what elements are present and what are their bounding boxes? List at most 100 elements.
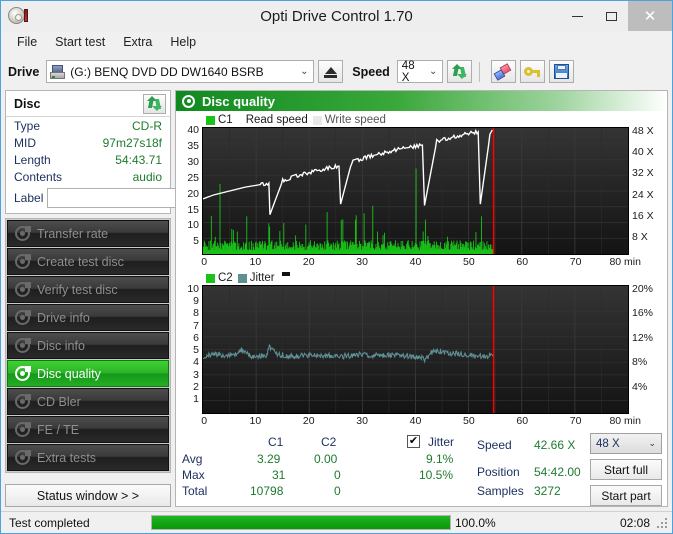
stats-c2-max: 0	[334, 468, 341, 482]
app-window: Opti Drive Control 1.70 ✕ File Start tes…	[0, 0, 673, 534]
y-tick: 1	[193, 393, 199, 406]
menu-extra[interactable]: Extra	[115, 33, 160, 51]
maximize-button[interactable]	[594, 1, 628, 31]
sidebar-item-transfer-rate[interactable]: Transfer rate	[7, 220, 169, 247]
disc-test-icon	[15, 366, 31, 381]
sidebar-item-disc-quality[interactable]: Disc quality	[7, 360, 169, 387]
y-tick: 4	[193, 356, 199, 369]
sidebar-item-verify-test-disc[interactable]: Verify test disc	[7, 276, 169, 303]
eject-icon	[324, 67, 337, 74]
disc-type-value: CD-R	[132, 118, 162, 133]
disc-length-value: 54:43.71	[115, 152, 162, 167]
sidebar-item-label: Disc info	[37, 338, 85, 353]
y-tick: 7	[193, 319, 199, 332]
disc-test-icon	[15, 450, 31, 465]
sidebar-item-label: Disc quality	[37, 366, 101, 381]
y2-tick: 24 X	[632, 188, 654, 201]
y-tick: 3	[193, 368, 199, 381]
c1-x-axis: 0 10 20 30 40 50 60 70 80 min	[201, 255, 641, 271]
y-tick: 35	[187, 140, 199, 153]
erase-button[interactable]	[490, 60, 516, 83]
key-button[interactable]	[519, 60, 545, 83]
minimize-button[interactable]	[560, 1, 594, 31]
sidebar-item-create-test-disc[interactable]: Create test disc	[7, 248, 169, 275]
chevron-down-icon: ⌄	[428, 66, 438, 77]
status-bar: Test completed 100.0% 02:08	[1, 511, 672, 533]
legend-label-read-speed: Read speed	[245, 114, 308, 126]
x-tick: 30	[356, 256, 368, 268]
sidebar-item-disc-info[interactable]: Disc info	[7, 332, 169, 359]
sidebar-item-label: Drive info	[37, 310, 90, 325]
disc-test-icon	[15, 422, 31, 437]
resize-grip[interactable]	[657, 518, 669, 530]
x-tick: 40	[409, 415, 422, 427]
jitter-checkbox[interactable]: ✔	[407, 435, 420, 448]
y-tick: 10	[187, 282, 199, 295]
legend-label-write-speed: Write speed	[324, 114, 386, 126]
c1-chart: C1 Read speed Write speed 40 35 30 25 20…	[178, 113, 665, 271]
x-tick: 20	[302, 256, 315, 268]
y2-tick: 4%	[632, 380, 648, 393]
y-tick: 15	[187, 203, 199, 216]
legend-c2: C2	[206, 272, 233, 284]
refresh-button[interactable]	[446, 60, 472, 83]
legend-marker-icon	[281, 272, 290, 276]
x-tick: 0	[201, 256, 208, 268]
x-tick: 10	[249, 256, 262, 268]
disc-test-icon	[15, 282, 31, 297]
eject-button[interactable]	[318, 60, 344, 83]
stats-row-max: Max	[182, 468, 205, 482]
status-window-button[interactable]: Status window > >	[5, 484, 171, 507]
stats-c2-avg: 0.00	[314, 452, 338, 466]
sidebar-item-label: Transfer rate	[37, 226, 109, 241]
disc-contents-label: Contents	[14, 169, 63, 184]
toolbar-divider	[478, 61, 480, 82]
x-tick: 20	[302, 415, 315, 427]
sidebar-item-drive-info[interactable]: Drive info	[7, 304, 169, 331]
x-tick: 80 min	[609, 256, 641, 268]
speed-select[interactable]: 48 X ⌄	[396, 60, 443, 84]
progress-bar-fill	[152, 516, 450, 529]
start-full-button[interactable]: Start full	[590, 459, 662, 480]
close-button[interactable]: ✕	[628, 1, 672, 31]
disc-mid-value: 97m27s18f	[102, 135, 162, 150]
stats-position-label: Position	[477, 465, 520, 479]
c1-plot	[202, 127, 629, 255]
sidebar-item-fe-te[interactable]: FE / TE	[7, 416, 169, 443]
test-speed-select[interactable]: 48 X ⌄	[590, 433, 662, 454]
disc-length-label: Length	[14, 152, 51, 167]
disc-refresh-button[interactable]	[143, 93, 166, 114]
y2-tick: 16 X	[632, 209, 654, 222]
legend-swatch-jitter	[237, 273, 247, 283]
menu-start-test[interactable]: Start test	[47, 33, 113, 51]
save-button[interactable]	[548, 60, 574, 83]
disc-test-icon	[15, 254, 31, 269]
y-tick: 10	[187, 219, 199, 232]
c2-y-axis: 10 9 8 7 6 5 4 3 2 1	[178, 282, 202, 414]
title-bar: Opti Drive Control 1.70 ✕	[1, 1, 672, 31]
app-icon	[7, 5, 29, 27]
menu-file[interactable]: File	[9, 33, 45, 51]
disc-quality-icon	[182, 94, 195, 108]
sidebar-item-cd-bler[interactable]: CD Bler	[7, 388, 169, 415]
sidebar-item-extra-tests[interactable]: Extra tests	[7, 444, 169, 471]
stats-speed-value: 42.66 X	[534, 438, 576, 452]
stats-header-c2: C2	[321, 435, 337, 449]
c1-y-axis: 40 35 30 25 20 15 10 5	[178, 124, 202, 255]
y-tick: 6	[193, 331, 199, 344]
toolbar: Drive (G:) BENQ DVD DD DW1640 BSRB ⌄ Spe…	[1, 53, 672, 90]
c2-plot	[202, 285, 629, 414]
legend-swatch-write-speed	[312, 115, 322, 125]
stats-c2-total: 0	[334, 484, 341, 498]
chevron-down-icon: ⌄	[300, 66, 309, 77]
stats-c1-max: 31	[272, 468, 286, 482]
y-tick: 30	[187, 155, 199, 168]
menu-bar: File Start test Extra Help	[1, 31, 672, 53]
sidebar-item-label: FE / TE	[37, 422, 80, 437]
start-part-button[interactable]: Start part	[590, 485, 662, 506]
legend-write-speed: Write speed	[312, 114, 386, 126]
x-tick: 70	[569, 256, 582, 268]
x-tick: 0	[201, 415, 208, 427]
menu-help[interactable]: Help	[162, 33, 204, 51]
drive-select[interactable]: (G:) BENQ DVD DD DW1640 BSRB ⌄	[46, 60, 315, 83]
